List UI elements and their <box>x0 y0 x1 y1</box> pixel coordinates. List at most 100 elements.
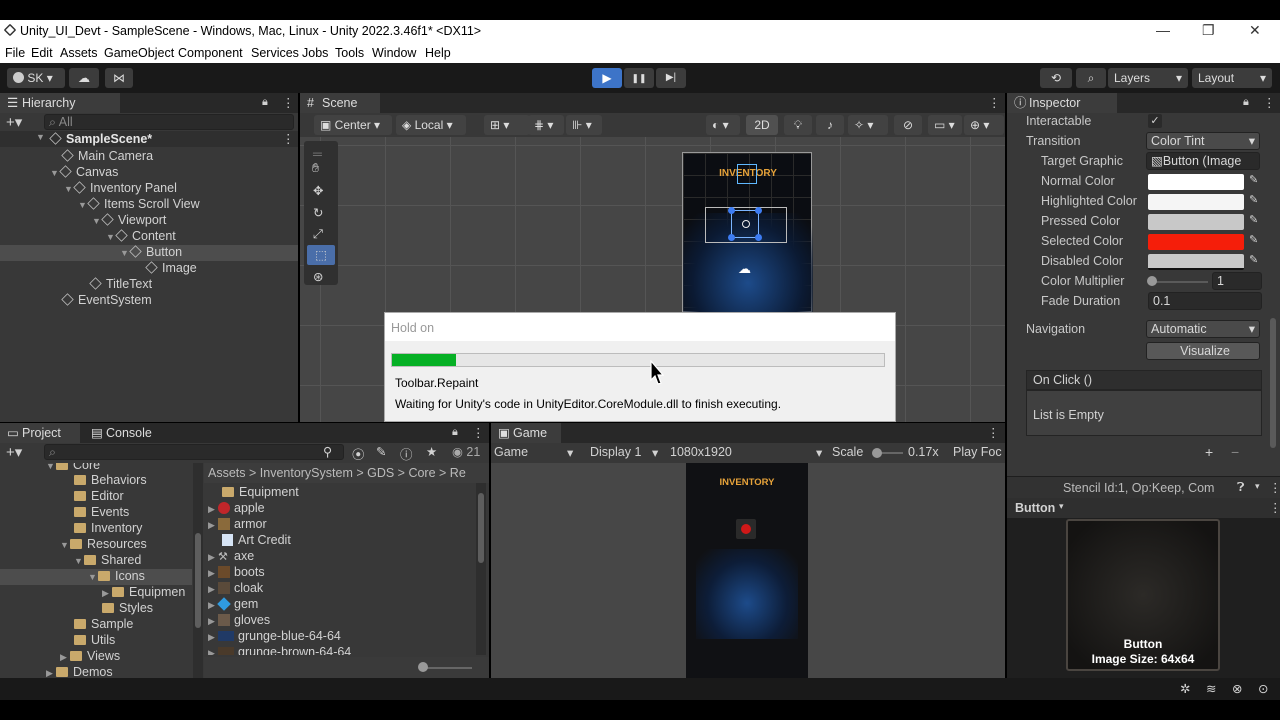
transform-tool-icon[interactable]: ⊛ <box>313 269 323 284</box>
add-object-button[interactable]: +▾ <box>6 113 22 131</box>
project-search-input[interactable]: ⌕ <box>44 444 344 460</box>
folder-item[interactable]: ▼ Core <box>46 463 100 472</box>
tab-scene[interactable]: # Scene <box>300 93 380 113</box>
eyedropper-icon[interactable]: ✎ <box>1249 213 1258 226</box>
multiplier-slider-thumb[interactable] <box>1147 276 1157 286</box>
folder-item-selected[interactable]: ▼ Icons <box>0 569 192 585</box>
pressed-color-swatch[interactable] <box>1148 214 1244 230</box>
menu-services[interactable]: Services <box>251 46 299 60</box>
list-item[interactable]: ▼ Viewport <box>92 213 166 227</box>
account-dropdown[interactable]: SK ▾ <box>7 68 65 88</box>
more-icon[interactable]: ⋮ <box>1263 95 1276 110</box>
lock-icon[interactable]: 🔒︎ <box>1243 96 1249 109</box>
grid-toggle[interactable]: ⋕ ▾ <box>528 115 564 135</box>
folder-item[interactable]: Events <box>74 505 129 519</box>
visualize-button[interactable]: Visualize <box>1146 342 1260 360</box>
list-item[interactable]: TitleText <box>89 277 152 291</box>
list-item[interactable]: EventSystem <box>61 293 152 307</box>
cache-icon[interactable]: ≋ <box>1206 681 1216 696</box>
lighting-toggle[interactable]: 💡︎ <box>784 115 812 135</box>
eyedropper-icon[interactable]: ✎ <box>1249 193 1258 206</box>
list-item[interactable]: Main Camera <box>61 149 153 163</box>
menu-jobs[interactable]: Jobs <box>302 46 328 60</box>
list-item[interactable]: ▼ Content <box>106 229 176 243</box>
remove-event-button[interactable]: − <box>1231 444 1239 460</box>
eyedropper-icon[interactable]: ✎ <box>1249 253 1258 266</box>
handle-icon[interactable] <box>755 234 762 241</box>
search-button[interactable]: ⌕ <box>1076 68 1106 88</box>
handle-icon[interactable] <box>728 207 735 214</box>
highlighted-color-swatch[interactable] <box>1148 194 1244 210</box>
scene-row[interactable]: ▼ SampleScene* ⋮ <box>0 131 298 147</box>
tab-game[interactable]: ▣ Game <box>491 423 561 443</box>
inspector-scrollbar[interactable] <box>1270 318 1276 448</box>
menu-window[interactable]: Window <box>372 46 416 60</box>
multiplier-slider-track[interactable] <box>1148 281 1208 283</box>
zoom-slider-thumb[interactable] <box>418 662 428 672</box>
help-icon[interactable]: ❓︎ <box>1237 480 1245 495</box>
interactable-checkbox[interactable]: ✓ <box>1148 114 1162 128</box>
lock-icon[interactable]: 🔒︎ <box>262 96 268 109</box>
tree-scrollbar[interactable] <box>193 463 203 678</box>
folder-item[interactable]: Behaviors <box>74 473 147 487</box>
game-button[interactable] <box>736 519 756 539</box>
tab-project[interactable]: ▭ Project <box>0 423 80 443</box>
layers-dropdown[interactable]: Layers ▾ <box>1108 68 1188 88</box>
target-graphic-field[interactable]: ▧Button (Image <box>1146 152 1260 170</box>
scale-tool-icon[interactable]: ⤢ <box>313 227 323 242</box>
cloud-button[interactable]: ☁ <box>69 68 99 88</box>
minimize-button[interactable]: — <box>1156 22 1170 38</box>
close-button[interactable]: ✕ <box>1249 22 1261 39</box>
normal-color-swatch[interactable] <box>1148 174 1244 190</box>
layout-dropdown[interactable]: Layout ▾ <box>1192 68 1272 88</box>
breadcrumb-item[interactable]: InventorySystem <box>260 466 353 480</box>
breadcrumb-item[interactable]: Re <box>450 466 466 480</box>
filter-type-icon[interactable]: ⦿ <box>352 444 365 463</box>
menu-help[interactable]: Help <box>425 46 451 60</box>
history-button[interactable]: ⟲ <box>1040 68 1072 88</box>
game-mode-dropdown[interactable]: Game ▾ <box>494 445 573 460</box>
eyedropper-icon[interactable]: ✎ <box>1249 173 1258 186</box>
scale-slider-thumb[interactable] <box>872 448 882 458</box>
transition-dropdown[interactable]: Color Tint ▾ <box>1146 132 1260 150</box>
space-dropdown[interactable]: ◈ Local ▾ <box>396 115 466 135</box>
network-icon[interactable]: ⊗ <box>1232 681 1242 696</box>
game-view[interactable]: INVENTORY <box>686 463 808 678</box>
more-icon[interactable]: ⋮ <box>282 95 295 110</box>
eyedropper-icon[interactable]: ✎ <box>1249 233 1258 246</box>
disabled-color-swatch[interactable] <box>1148 254 1244 270</box>
menu-file[interactable]: File <box>5 46 25 60</box>
list-item[interactable]: ▶ gloves <box>208 613 270 627</box>
list-item[interactable]: Art Credit <box>222 533 291 547</box>
snap-toggle[interactable]: ⊞ ▾ <box>484 115 530 135</box>
effects-dropdown[interactable]: ✧ ▾ <box>848 115 888 135</box>
display-dropdown[interactable]: Display 1 ▾ <box>590 445 658 460</box>
hierarchy-search-input[interactable]: ⌕ All <box>44 114 294 130</box>
breadcrumb-item[interactable]: GDS <box>367 466 394 480</box>
more-icon[interactable]: ⋮ <box>987 425 1000 440</box>
folder-item[interactable]: Utils <box>74 633 115 647</box>
folder-item[interactable]: Styles <box>102 601 153 615</box>
filter-log-icon[interactable]: ⓘ <box>400 444 413 463</box>
canvas-preview[interactable]: INVENTORY ☁ <box>682 152 813 313</box>
multiplier-input[interactable]: 1 <box>1212 272 1262 290</box>
list-item[interactable]: ▶ gem <box>208 597 258 611</box>
pause-button[interactable]: ❚❚ <box>624 68 654 88</box>
list-item[interactable]: ▶ boots <box>208 565 265 579</box>
chevron-down-icon[interactable]: ▾ <box>1059 501 1064 512</box>
file-scrollbar[interactable] <box>476 483 486 655</box>
list-item[interactable]: ▼ Items Scroll View <box>78 197 200 211</box>
play-button[interactable]: ▶ <box>592 68 622 88</box>
maximize-button[interactable]: ❐ <box>1202 22 1215 39</box>
list-item[interactable]: ▶ grunge-blue-64-64 <box>208 629 341 643</box>
folder-item[interactable]: ▼ Resources <box>60 537 147 551</box>
preview-title[interactable]: Button <box>1015 501 1055 515</box>
chevron-down-icon[interactable]: ▾ <box>1255 481 1260 492</box>
more-icon[interactable]: ⋮ <box>472 425 485 440</box>
pivot-dropdown[interactable]: ▣ Center ▾ <box>314 115 392 135</box>
audio-toggle[interactable]: ♪ <box>816 115 844 135</box>
file-scrollbar-thumb[interactable] <box>478 493 484 563</box>
fade-duration-input[interactable]: 0.1 <box>1148 292 1262 310</box>
folder-item[interactable]: ▶ Equipmen <box>102 585 185 599</box>
list-item[interactable]: Image <box>145 261 197 275</box>
